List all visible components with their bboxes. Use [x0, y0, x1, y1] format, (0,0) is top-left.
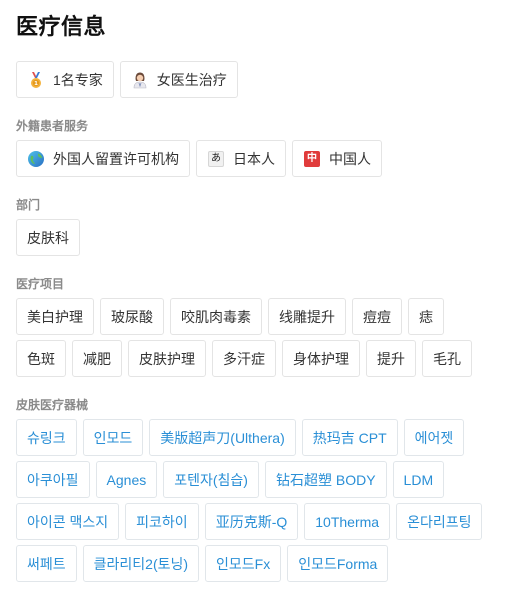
tag-device[interactable]: 热玛吉 CPT — [301, 419, 398, 456]
female-doctor-icon — [131, 71, 149, 89]
tag-device[interactable]: Agnes — [95, 461, 158, 498]
japanese-char-icon: あ — [207, 150, 225, 168]
tag-label: 女医生治疗 — [156, 71, 227, 88]
chinese-char-icon: 中 — [303, 150, 321, 168]
tag-treatment[interactable]: 提升 — [366, 340, 416, 377]
medical-info-panel: 医疗信息 1 1名专家 女医生治疗 外籍患者服务 外国人留置许可机构 あ 日本人… — [0, 0, 525, 592]
treatments-row-2: 色斑 减肥 皮肤护理 多汗症 身体护理 提升 毛孔 — [16, 340, 509, 377]
tag-device[interactable]: 인모드Fx — [205, 545, 282, 582]
tag-device[interactable]: 钻石超塑 BODY — [264, 461, 387, 498]
tag-device[interactable]: 인모드Forma — [287, 545, 389, 582]
devices-row-4: 써페트 클라리티2(토닝) 인모드Fx 인모드Forma — [16, 545, 509, 582]
tag-device[interactable]: 에어젯 — [403, 419, 465, 456]
tag-device[interactable]: 슈링크 — [16, 419, 77, 456]
devices-row-2: 아쿠아필 Agnes 포텐자(침습) 钻石超塑 BODY LDM — [16, 461, 509, 498]
section-label-treatments: 医疗项目 — [16, 277, 65, 291]
section-label-department: 部门 — [16, 198, 41, 212]
svg-text:1: 1 — [34, 81, 38, 87]
tag-treatment[interactable]: 玻尿酸 — [100, 298, 164, 335]
tag-device[interactable]: 인모드 — [82, 419, 144, 456]
tag-label: 日本人 — [233, 150, 275, 167]
tag-treatment[interactable]: 线雕提升 — [268, 298, 346, 335]
page-title: 医疗信息 — [16, 14, 107, 39]
tag-treatment[interactable]: 色斑 — [16, 340, 66, 377]
tag-dermatology[interactable]: 皮肤科 — [16, 219, 80, 256]
medal-icon: 1 — [27, 71, 45, 89]
devices-row-1: 슈링크 인모드 美版超声刀(Ulthera) 热玛吉 CPT 에어젯 — [16, 419, 509, 456]
tag-experts[interactable]: 1 1名专家 — [16, 61, 114, 98]
section-label-devices: 皮肤医疗器械 — [16, 398, 89, 412]
tag-treatment[interactable]: 痘痘 — [352, 298, 402, 335]
tag-treatment[interactable]: 痣 — [408, 298, 444, 335]
globe-icon — [27, 150, 45, 168]
tag-device[interactable]: 써페트 — [16, 545, 77, 582]
tag-chinese[interactable]: 中 中国人 — [292, 140, 382, 177]
tag-device[interactable]: 클라리티2(토닝) — [82, 545, 200, 582]
tag-treatment[interactable]: 毛孔 — [422, 340, 472, 377]
department-row: 皮肤科 — [16, 219, 509, 256]
tag-label: 中国人 — [329, 150, 371, 167]
treatments-row-1: 美白护理 玻尿酸 咬肌肉毒素 线雕提升 痘痘 痣 — [16, 298, 509, 335]
tag-label: 1名专家 — [53, 71, 103, 88]
tag-device[interactable]: 10Therma — [304, 503, 391, 540]
tag-treatment[interactable]: 咬肌肉毒素 — [170, 298, 262, 335]
foreign-services-row: 外国人留置许可机构 あ 日本人 中 中国人 — [16, 140, 509, 177]
tag-female-doctor[interactable]: 女医生治疗 — [119, 61, 238, 98]
tag-device[interactable]: 아쿠아필 — [16, 461, 90, 498]
tag-japanese[interactable]: あ 日本人 — [196, 140, 286, 177]
tag-treatment[interactable]: 美白护理 — [16, 298, 94, 335]
tag-device[interactable]: 亚历克斯-Q — [204, 503, 299, 540]
tag-foreign-residence[interactable]: 外国人留置许可机构 — [16, 140, 190, 177]
top-tags-row: 1 1名专家 女医生治疗 — [16, 61, 509, 98]
tag-treatment[interactable]: 皮肤护理 — [128, 340, 206, 377]
tag-treatment[interactable]: 减肥 — [72, 340, 122, 377]
tag-device[interactable]: LDM — [392, 461, 445, 498]
tag-label: 外国人留置许可机构 — [53, 150, 179, 167]
devices-row-3: 아이콘 맥스지 피코하이 亚历克斯-Q 10Therma 온다리프팅 — [16, 503, 509, 540]
tag-device[interactable]: 포텐자(침습) — [163, 461, 259, 498]
tag-device[interactable]: 온다리프팅 — [396, 503, 483, 540]
tag-treatment[interactable]: 多汗症 — [212, 340, 276, 377]
tag-device[interactable]: 아이콘 맥스지 — [16, 503, 120, 540]
section-label-foreign-services: 外籍患者服务 — [16, 119, 89, 133]
tag-treatment[interactable]: 身体护理 — [282, 340, 360, 377]
tag-device[interactable]: 피코하이 — [125, 503, 199, 540]
tag-device[interactable]: 美版超声刀(Ulthera) — [149, 419, 296, 456]
